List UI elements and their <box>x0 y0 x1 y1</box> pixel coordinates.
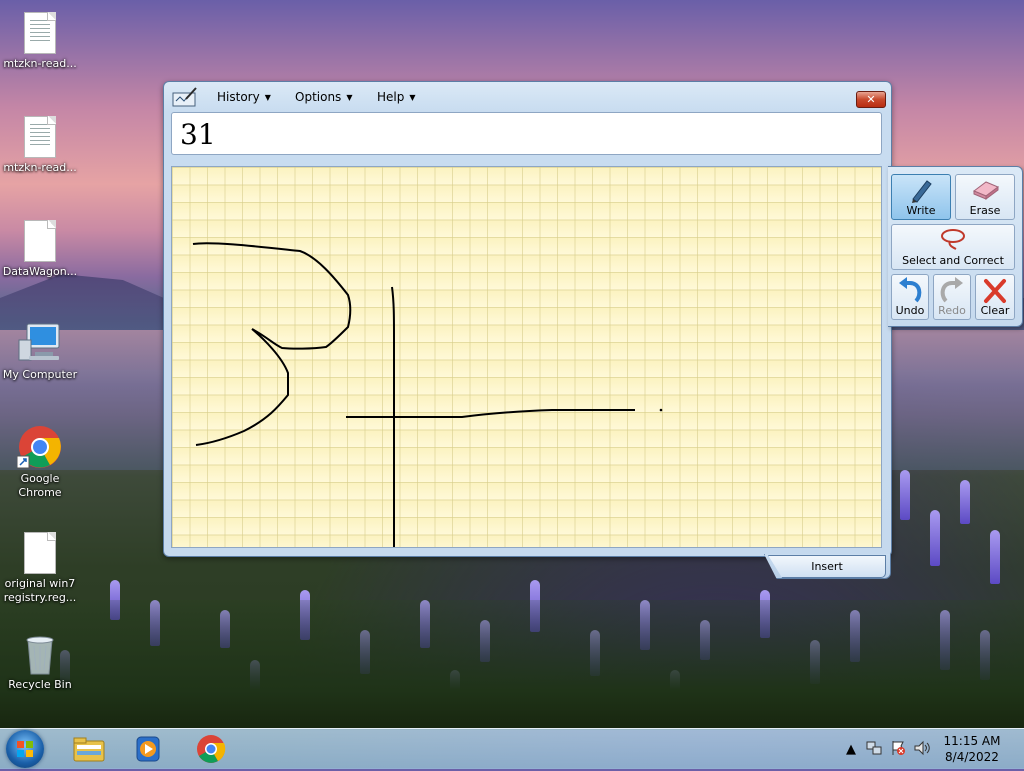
writing-pad[interactable] <box>171 166 882 548</box>
lasso-icon <box>941 229 965 250</box>
clear-button[interactable]: Clear <box>975 274 1015 320</box>
blank-document-icon <box>24 220 56 262</box>
windows-logo-icon <box>17 741 33 757</box>
undo-button[interactable]: Undo <box>891 274 929 320</box>
chevron-down-icon: ▼ <box>346 93 353 102</box>
media-player-icon[interactable] <box>131 733 165 765</box>
menu-options[interactable]: Options ▼ <box>295 89 352 105</box>
desktop-icon-datawagon[interactable]: DataWagon... <box>0 220 80 279</box>
desktop-icon-label: Recycle Bin <box>8 678 72 691</box>
blank-document-icon <box>24 532 56 574</box>
desktop-icon-google-chrome[interactable]: Google Chrome <box>0 424 80 500</box>
chrome-icon <box>17 426 61 469</box>
insert-button[interactable]: Insert <box>768 555 886 578</box>
action-center-flag-icon[interactable] <box>890 740 906 756</box>
redo-button[interactable]: Redo <box>933 274 971 320</box>
recycle-bin-icon <box>26 636 54 675</box>
undo-icon <box>899 277 922 303</box>
chrome-icon[interactable] <box>194 733 228 765</box>
desktop-icon-original-win7-registry[interactable]: original win7 registry.reg... <box>0 532 80 605</box>
clock-date: 8/4/2022 <box>945 750 999 764</box>
volume-icon[interactable] <box>913 740 931 756</box>
menu-history-label: History <box>217 90 260 104</box>
recognized-text-field[interactable]: 31 <box>171 112 882 155</box>
select-and-correct-button[interactable]: Select and Correct <box>891 224 1015 270</box>
desktop-icon-my-computer[interactable]: My Computer <box>0 322 80 382</box>
computer-icon <box>18 323 60 361</box>
taskbar: ▲ 11:15 AM 8/4/2022 <box>0 728 1024 769</box>
desktop-icon-label: original win7 registry.reg... <box>3 577 77 604</box>
desktop-icon-mtzkn-readme-2[interactable]: mtzkn-read... <box>0 116 80 175</box>
undo-label: Undo <box>895 304 925 317</box>
system-clock[interactable]: 11:15 AM 8/4/2022 <box>930 733 1014 765</box>
desktop-icon-label: mtzkn-read... <box>3 161 77 174</box>
select-and-correct-label: Select and Correct <box>902 254 1004 267</box>
desktop-icon-recycle-bin[interactable]: Recycle Bin <box>0 632 80 692</box>
eraser-icon <box>973 181 999 200</box>
wallpaper-grass <box>0 600 1024 730</box>
handwriting-ink <box>192 242 663 547</box>
start-button[interactable] <box>6 730 44 768</box>
text-document-icon <box>24 12 56 54</box>
desktop-icon-label: DataWagon... <box>2 265 78 278</box>
menu-bar: History ▼ Options ▼ Help ▼ <box>164 86 891 108</box>
chevron-down-icon: ▼ <box>264 93 271 102</box>
clock-time: 11:15 AM <box>943 734 1001 748</box>
redo-icon <box>940 277 963 303</box>
tablet-input-panel-window: History ▼ Options ▼ Help ▼ ✕ 31 <box>163 81 892 557</box>
input-panel-app-icon <box>172 87 197 107</box>
erase-button[interactable]: Erase <box>955 174 1015 220</box>
desktop-icon-label: My Computer <box>2 368 78 381</box>
write-label: Write <box>906 204 936 217</box>
network-icon[interactable] <box>866 740 882 756</box>
windows-explorer-icon[interactable] <box>72 733 106 765</box>
desktop-icon-label: mtzkn-read... <box>3 57 77 70</box>
write-button[interactable]: Write <box>891 174 951 220</box>
text-document-icon <box>24 116 56 158</box>
pen-icon <box>912 180 932 203</box>
show-hidden-icons-icon[interactable]: ▲ <box>846 742 856 757</box>
menu-options-label: Options <box>295 90 342 104</box>
redo-label: Redo <box>938 304 966 317</box>
close-button[interactable]: ✕ <box>856 91 886 108</box>
menu-help-label: Help <box>377 90 405 104</box>
clear-x-icon <box>984 279 1006 303</box>
chevron-down-icon: ▼ <box>409 93 416 102</box>
menu-help[interactable]: Help ▼ <box>377 89 416 105</box>
menu-history[interactable]: History ▼ <box>217 89 271 105</box>
desktop-icon-label: Google Chrome <box>18 472 62 499</box>
desktop-icon-mtzkn-readme-1[interactable]: mtzkn-read... <box>0 12 80 71</box>
clear-label: Clear <box>980 304 1010 317</box>
erase-label: Erase <box>969 204 1001 217</box>
